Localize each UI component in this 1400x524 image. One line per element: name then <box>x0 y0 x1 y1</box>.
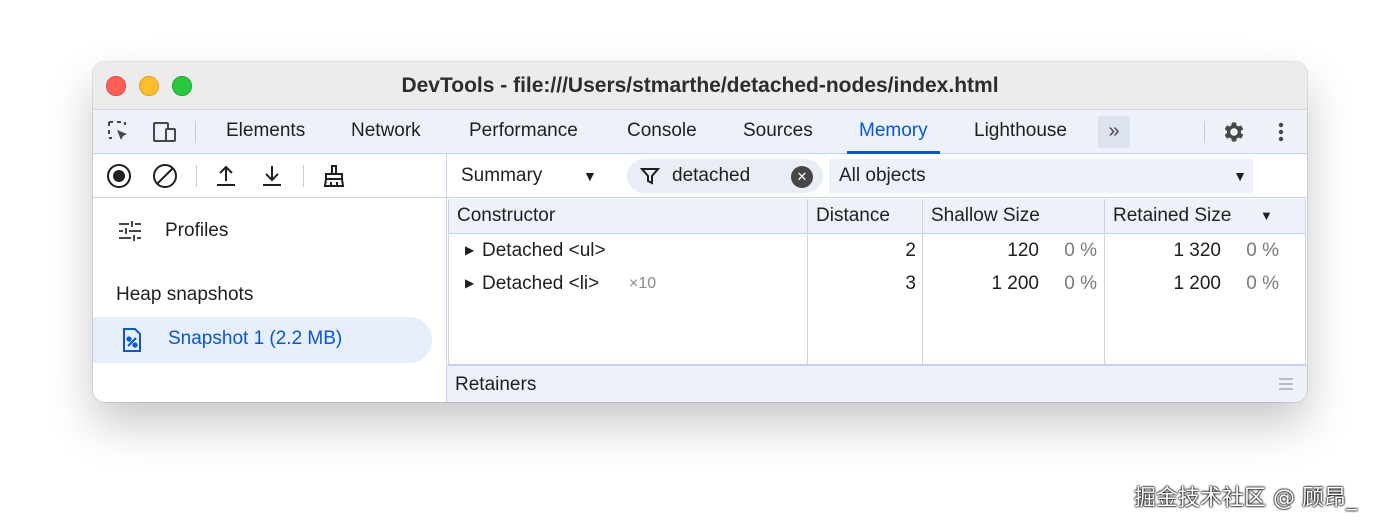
more-options-icon[interactable] <box>1267 118 1295 146</box>
distance-value: 3 <box>905 273 916 294</box>
instance-count: ×10 <box>629 275 657 292</box>
table-row[interactable]: ▶ Detached <li> ×10 3 1 200 0 % 1 200 0 … <box>449 267 1305 300</box>
distance-value: 2 <box>905 240 916 261</box>
constructor-name: Detached <li> <box>482 273 600 294</box>
sort-descending-icon: ▼ <box>1260 208 1273 223</box>
shallow-size-percent: 0 % <box>1064 240 1097 261</box>
toolbar-divider <box>1204 121 1205 143</box>
clear-icon[interactable] <box>151 162 179 190</box>
chevron-down-icon[interactable]: ▼ <box>583 164 597 188</box>
retainers-label: Retainers <box>455 374 537 395</box>
device-toolbar-icon[interactable] <box>151 118 179 146</box>
retained-size-percent: 0 % <box>1246 273 1279 294</box>
view-select[interactable]: Summary <box>461 163 542 189</box>
column-header-distance[interactable]: Distance <box>808 199 890 234</box>
toolbar-divider <box>196 165 197 187</box>
window-title: DevTools - file:///Users/stmarthe/detach… <box>401 74 999 97</box>
devtools-window: DevTools - file:///Users/stmarthe/detach… <box>93 62 1307 402</box>
table-row[interactable]: ▶ Detached <ul> 2 120 0 % 1 320 0 % <box>449 234 1305 267</box>
view-select-value: Summary <box>461 165 543 186</box>
objects-select[interactable]: All objects ▼ <box>829 159 1253 193</box>
profiles-sidebar: Profiles Heap snapshots Snapshot 1 (2.2 … <box>93 198 446 402</box>
expand-triangle-icon[interactable]: ▶ <box>465 267 474 300</box>
chevron-down-icon: ▼ <box>1233 168 1247 184</box>
clear-filter-icon[interactable]: ✕ <box>791 166 813 188</box>
table-header: Constructor Distance Shallow Size Retain… <box>449 199 1305 234</box>
shallow-size-percent: 0 % <box>1064 273 1097 294</box>
class-filter-input[interactable]: detached ✕ <box>627 159 823 193</box>
heap-snapshot-file-icon <box>119 327 145 353</box>
save-profile-icon[interactable] <box>258 162 286 190</box>
tab-lighthouse[interactable]: Lighthouse <box>974 110 1067 154</box>
tab-network[interactable]: Network <box>351 110 421 154</box>
inspect-element-icon[interactable] <box>105 118 133 146</box>
column-header-retained-size[interactable]: Retained Size <box>1105 199 1231 234</box>
toolbar-divider <box>195 121 196 143</box>
collect-garbage-icon[interactable] <box>320 162 348 190</box>
snapshot-view-toolbar: Summary ▼ detached ✕ All objects ▼ <box>447 154 1307 198</box>
tab-performance[interactable]: Performance <box>469 110 578 154</box>
shallow-size-value: 1 200 <box>991 273 1039 294</box>
tab-memory[interactable]: Memory <box>847 110 940 154</box>
tab-elements[interactable]: Elements <box>226 110 305 154</box>
title-bar: DevTools - file:///Users/stmarthe/detach… <box>93 62 1307 110</box>
load-profile-icon[interactable] <box>212 162 240 190</box>
expand-triangle-icon[interactable]: ▶ <box>465 234 474 267</box>
toolbar-divider <box>303 165 304 187</box>
settings-gear-icon[interactable] <box>1220 118 1248 146</box>
objects-select-value: All objects <box>839 165 926 186</box>
retained-size-value: 1 200 <box>1173 273 1221 294</box>
retainers-panel-header[interactable]: Retainers <box>447 365 1307 402</box>
record-icon[interactable] <box>105 162 133 190</box>
profiles-header: Profiles <box>117 217 228 245</box>
shallow-size-value: 120 <box>1007 240 1039 261</box>
snapshot-label: Snapshot 1 (2.2 MB) <box>168 328 343 349</box>
filter-icon <box>639 165 661 187</box>
class-filter-value: detached <box>672 165 751 186</box>
profiles-label: Profiles <box>165 220 229 241</box>
resize-handle-icon[interactable] <box>1279 378 1293 390</box>
memory-toolbar <box>93 154 446 198</box>
column-header-shallow-size[interactable]: Shallow Size <box>923 199 1040 234</box>
tune-icon <box>119 221 141 241</box>
column-header-constructor[interactable]: Constructor <box>449 199 555 234</box>
heap-snapshots-section-title: Heap snapshots <box>116 284 254 305</box>
tab-console[interactable]: Console <box>627 110 697 154</box>
watermark: 掘金技术社区 @ 顾昂_ <box>1134 486 1357 511</box>
constructor-name: Detached <ul> <box>482 240 606 261</box>
main-tab-bar: Elements Network Performance Console Sou… <box>93 110 1307 154</box>
tab-sources[interactable]: Sources <box>743 110 813 154</box>
more-tabs-button[interactable]: » <box>1098 116 1130 148</box>
retained-size-percent: 0 % <box>1246 240 1279 261</box>
snapshot-list-item[interactable]: Snapshot 1 (2.2 MB) <box>93 317 432 363</box>
heap-snapshot-table: Constructor Distance Shallow Size Retain… <box>448 199 1306 365</box>
retained-size-value: 1 320 <box>1173 240 1221 261</box>
